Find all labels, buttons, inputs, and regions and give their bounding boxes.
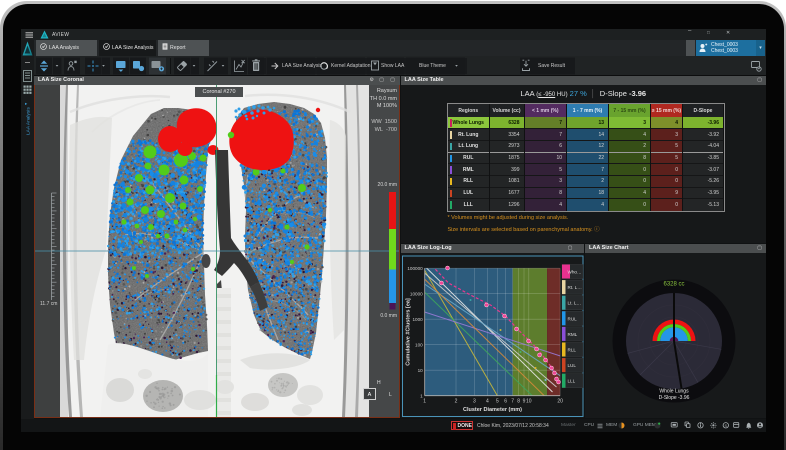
svg-text:S: S (725, 424, 728, 428)
svg-text:LAA Analysis: LAA Analysis (26, 107, 32, 135)
